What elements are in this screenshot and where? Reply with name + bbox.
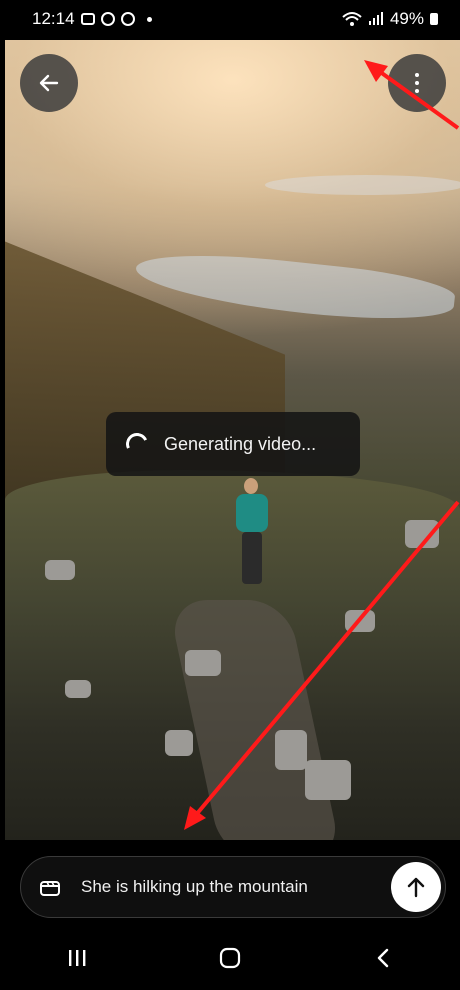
rock xyxy=(65,680,91,698)
battery-icon xyxy=(430,13,438,25)
recents-icon xyxy=(68,949,86,966)
rock xyxy=(45,560,75,580)
generating-toast: Generating video... xyxy=(106,412,360,476)
notification-gallery-icon xyxy=(80,13,95,25)
rock xyxy=(405,520,439,548)
hiker-legs xyxy=(242,532,262,584)
battery-percent: 49% xyxy=(389,9,424,28)
nav-recents-button[interactable] xyxy=(47,938,107,978)
prompt-text[interactable]: She is hilking up the mountain xyxy=(81,877,391,897)
status-left: 12:14 xyxy=(32,9,152,29)
wifi-icon xyxy=(342,12,362,26)
clapperboard-icon xyxy=(40,881,60,896)
home-icon xyxy=(219,947,241,968)
back-button[interactable] xyxy=(20,54,78,112)
signal-icon xyxy=(368,12,383,25)
loading-spinner-icon xyxy=(122,429,152,459)
chevron-left-icon xyxy=(378,948,389,967)
system-nav-bar xyxy=(0,925,460,990)
toast-text: Generating video... xyxy=(164,433,317,454)
phone-screen: 12:14 49% Generating video... She is hil… xyxy=(0,0,460,990)
hiker-head xyxy=(244,478,258,494)
rock xyxy=(185,650,221,676)
send-button[interactable] xyxy=(391,862,441,912)
more-options-button[interactable] xyxy=(388,54,446,112)
status-right: 49% xyxy=(342,9,438,29)
hiker xyxy=(232,478,272,588)
notification-instagram-icon-2 xyxy=(120,12,135,26)
rock xyxy=(165,730,193,756)
nav-back-button[interactable] xyxy=(353,938,413,978)
notification-dot-icon xyxy=(146,16,152,22)
prompt-bar[interactable]: She is hilking up the mountain xyxy=(20,856,446,918)
arrow-left-icon xyxy=(39,74,59,92)
kebab-menu-icon xyxy=(415,73,419,93)
rock xyxy=(305,760,351,800)
rock xyxy=(275,730,307,770)
notification-instagram-icon xyxy=(100,12,115,26)
status-bar: 12:14 49% xyxy=(0,0,460,38)
distant-lake xyxy=(265,175,460,195)
rock xyxy=(345,610,375,632)
nav-home-button[interactable] xyxy=(200,938,260,978)
status-time: 12:14 xyxy=(32,9,75,28)
hiker-jacket xyxy=(236,494,268,532)
arrow-up-icon xyxy=(407,877,425,898)
